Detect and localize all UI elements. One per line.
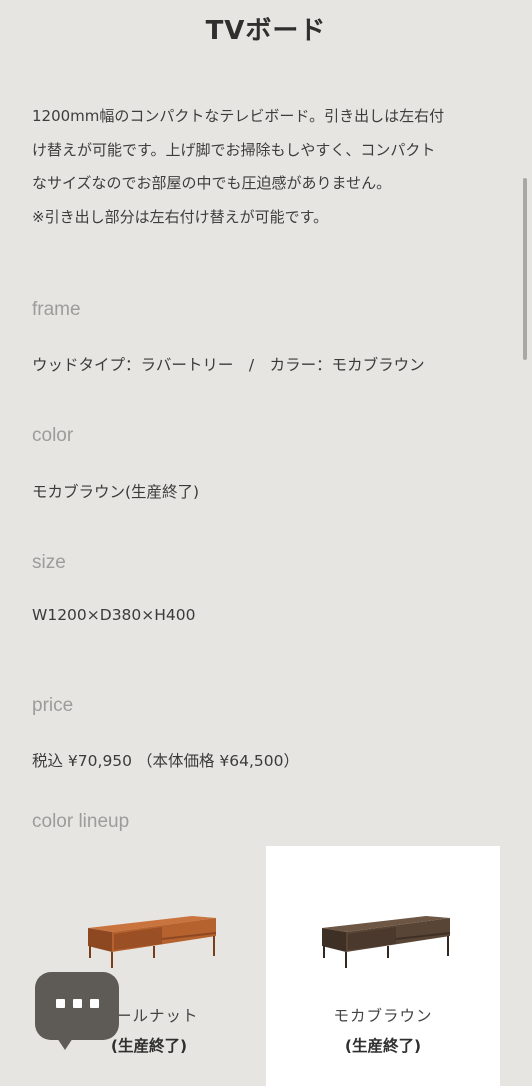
description-line: け替えが可能です。上げ脚でお掃除もしやすく、コンパクト xyxy=(32,140,436,159)
chat-bubble-icon xyxy=(35,998,119,1008)
description-line: なサイズなのでお部屋の中でも圧迫感がありません。 xyxy=(32,174,392,192)
description-note: ※引き出し部分は左右付け替えが可能です。 xyxy=(32,207,329,226)
swatch-status: (生産終了) xyxy=(344,1037,422,1055)
scrollbar[interactable] xyxy=(523,178,527,360)
page-title: TVボード xyxy=(205,16,327,46)
color-value: モカブラウン(生産終了) xyxy=(32,483,200,501)
lineup-card-walnut[interactable]: ォールナット (生産終了) xyxy=(32,846,266,1086)
frame-label: frame xyxy=(32,299,81,320)
size-value: W1200×D380×H400 xyxy=(32,606,196,624)
tv-board-mocha-image xyxy=(322,916,451,968)
chat-button[interactable] xyxy=(35,972,119,1050)
frame-value: ウッドタイプ：ラバートリー / カラー：モカブラウン xyxy=(32,356,425,374)
lineup-card-mocha-brown[interactable]: モカブラウン (生産終了) xyxy=(266,846,500,1086)
product-description: 1200mm幅のコンパクトなテレビボード。引き出しは左右付 け替えが可能です。上… xyxy=(32,100,502,234)
color-lineup-label: color lineup xyxy=(32,811,130,832)
price-label: price xyxy=(32,695,74,716)
swatch-name: モカブラウン xyxy=(333,1007,433,1025)
color-label: color xyxy=(32,425,74,446)
tv-board-walnut-image xyxy=(88,916,217,968)
size-label: size xyxy=(32,552,66,573)
description-line: 1200mm幅のコンパクトなテレビボード。引き出しは左右付 xyxy=(32,107,445,125)
price-value: 税込 ¥70,950 （本体価格 ¥64,500） xyxy=(32,752,299,770)
